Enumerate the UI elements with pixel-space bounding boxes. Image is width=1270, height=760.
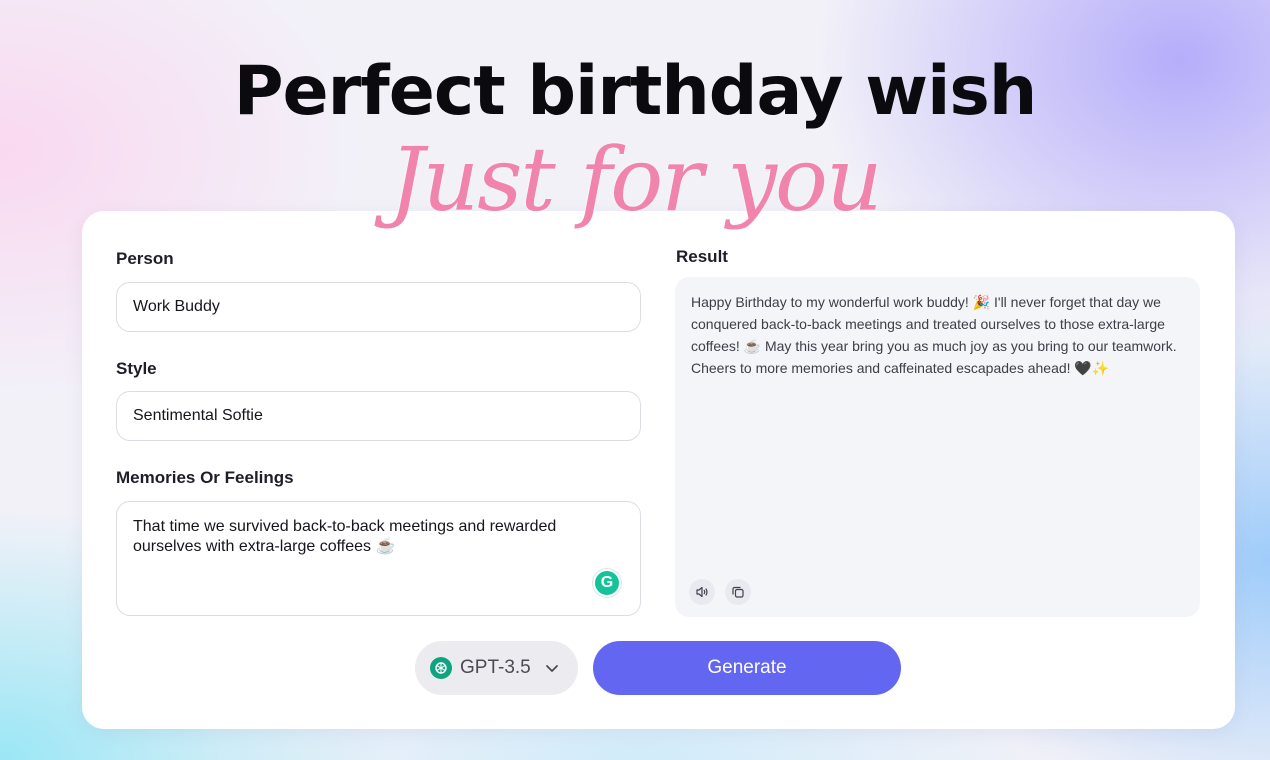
model-select-value: GPT-3.5 [460,657,531,678]
openai-logo-icon [430,657,452,679]
result-actions [689,579,751,605]
model-select[interactable]: GPT-3.5 [415,641,578,695]
result-panel: Happy Birthday to my wonderful work budd… [675,277,1200,617]
person-field[interactable]: Work Buddy [116,282,641,332]
person-label: Person [116,249,174,268]
result-text: Happy Birthday to my wonderful work budd… [691,294,1177,376]
grammarly-icon[interactable]: G [593,569,621,597]
memories-value: That time we survived back-to-back meeti… [133,518,557,555]
memories-textarea[interactable]: That time we survived back-to-back meeti… [116,501,641,616]
copy-icon[interactable] [725,579,751,605]
speaker-icon[interactable] [689,579,715,605]
person-value: Work Buddy [133,298,220,315]
style-label: Style [116,359,157,378]
style-field[interactable]: Sentimental Softie [116,391,641,441]
generate-button[interactable]: Generate [593,641,901,695]
result-label: Result [676,247,728,266]
chevron-down-icon [545,657,559,679]
wish-generator-card: Person Work Buddy Style Sentimental Soft… [82,211,1235,729]
memories-label: Memories Or Feelings [116,468,294,487]
script-tagline: Just for you [389,128,882,231]
style-value: Sentimental Softie [133,407,263,424]
page-headline: Perfect birthday wish [233,52,1038,131]
